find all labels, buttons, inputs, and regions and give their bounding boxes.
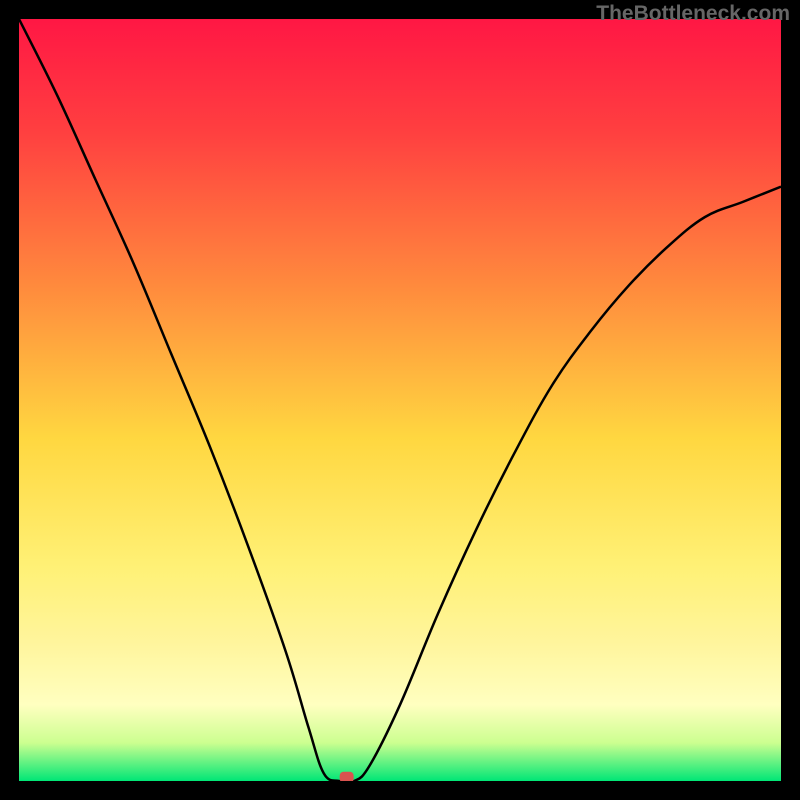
optimum-marker: [340, 772, 354, 781]
chart-svg: [19, 19, 781, 781]
watermark-text: TheBottleneck.com: [596, 2, 790, 26]
chart-container: TheBottleneck.com: [0, 0, 800, 800]
plot-area: [19, 19, 781, 781]
gradient-background: [19, 19, 781, 781]
